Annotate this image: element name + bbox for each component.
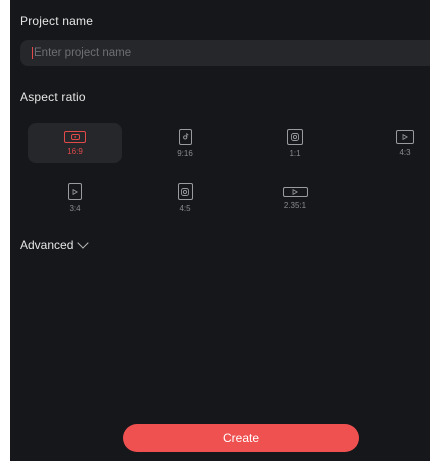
advanced-toggle[interactable]: Advanced	[20, 237, 90, 252]
aspect-option-2-35-1[interactable]: 2.35:1	[248, 178, 342, 218]
youtube-icon	[64, 130, 86, 143]
new-project-panel: Project name Aspect ratio 16:9 9:16 1:1 …	[10, 0, 430, 461]
tiktok-icon	[178, 128, 192, 145]
aspect-option-1-1[interactable]: 1:1	[248, 123, 342, 163]
play-icon	[396, 129, 414, 144]
chevron-down-icon	[77, 237, 90, 249]
aspect-option-4-3[interactable]: 4:3	[358, 123, 430, 163]
aspect-option-16-9[interactable]: 16:9	[28, 123, 122, 163]
aspect-option-4-5[interactable]: 4:5	[138, 178, 232, 218]
project-name-label: Project name	[20, 14, 94, 28]
project-name-input[interactable]	[20, 40, 430, 66]
aspect-option-3-4[interactable]: 3:4	[28, 178, 122, 218]
aspect-ratio-label: Aspect ratio	[20, 90, 86, 104]
play-icon	[68, 183, 82, 200]
instagram-icon	[287, 128, 303, 145]
aspect-option-9-16[interactable]: 9:16	[138, 123, 232, 163]
instagram-icon	[177, 183, 193, 200]
project-name-field[interactable]	[20, 40, 430, 66]
create-button[interactable]: Create	[123, 424, 359, 452]
play-icon	[282, 186, 308, 197]
